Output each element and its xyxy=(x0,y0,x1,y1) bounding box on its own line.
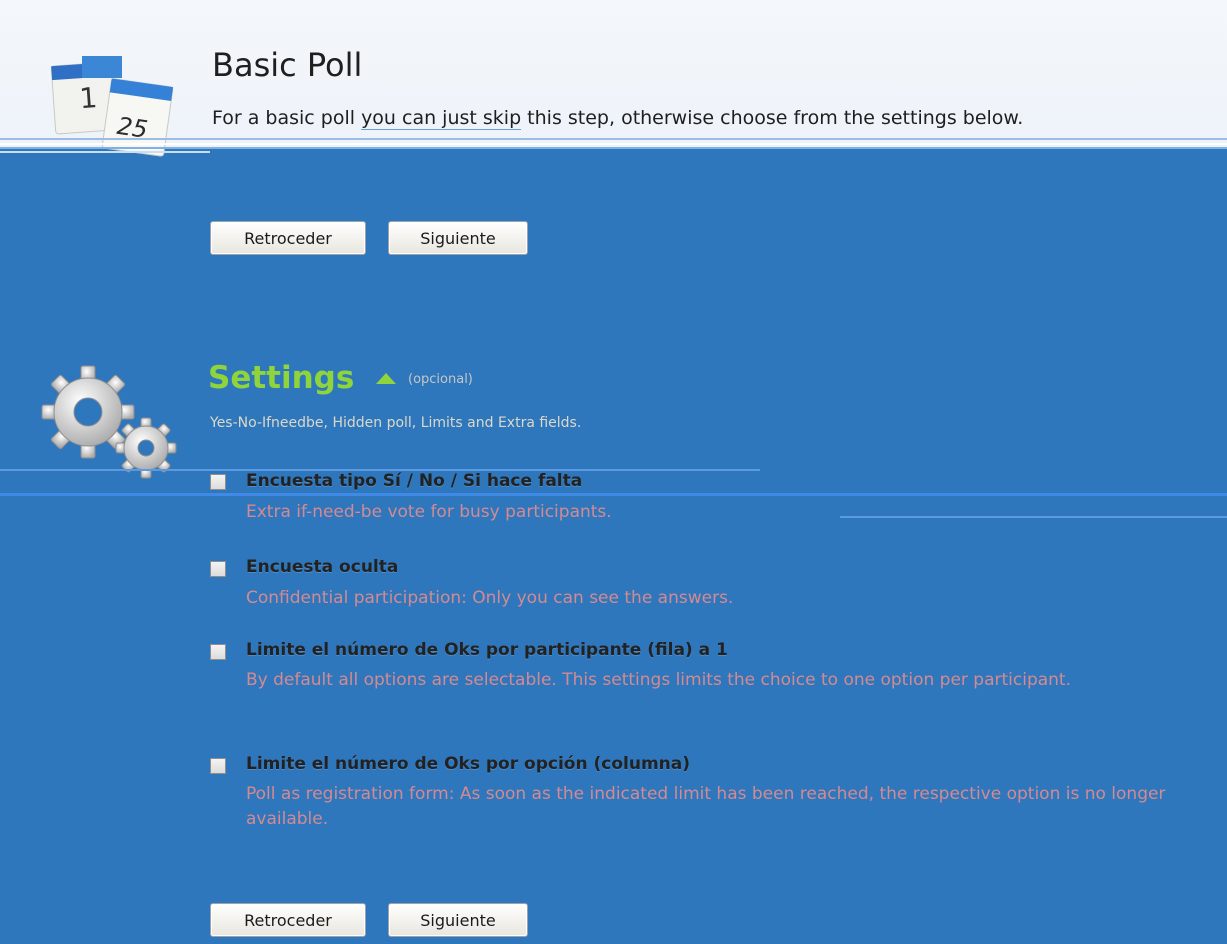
description-suffix: this step, otherwise choose from the set… xyxy=(521,107,1024,129)
option-label[interactable]: Limite el número de Oks por opción (colu… xyxy=(246,754,690,774)
collapse-arrow-icon[interactable] xyxy=(374,370,398,386)
option-description: By default all options are selectable. T… xyxy=(246,670,1072,690)
limit-per-participant-checkbox[interactable] xyxy=(210,644,226,660)
page-header: 1 25 Basic Poll For a basic poll you can… xyxy=(0,0,1227,157)
option-description: Poll as registration form: As soon as th… xyxy=(246,784,1166,829)
hidden-poll-checkbox[interactable] xyxy=(210,561,226,577)
description-prefix: For a basic poll xyxy=(212,107,362,129)
back-button-top[interactable]: Retroceder xyxy=(210,221,366,255)
calendar-day-back: 1 xyxy=(78,81,98,115)
limit-per-option-checkbox[interactable] xyxy=(210,758,226,774)
settings-title: Settings xyxy=(208,360,355,396)
option-description: Confidential participation: Only you can… xyxy=(246,588,734,608)
option-label[interactable]: Limite el número de Oks por participante… xyxy=(246,640,728,660)
option-label[interactable]: Encuesta oculta xyxy=(246,557,398,577)
skip-step-link[interactable]: you can just skip xyxy=(361,107,522,130)
back-button-bottom[interactable]: Retroceder xyxy=(210,903,366,937)
header-divider-stripes xyxy=(0,134,1227,156)
settings-optional-label: (opcional) xyxy=(408,372,473,387)
option-label[interactable]: Encuesta tipo Sí / No / Si hace falta xyxy=(246,471,582,491)
settings-subtitle: Yes-No-Ifneedbe, Hidden poll, Limits and… xyxy=(210,415,582,431)
gears-icon xyxy=(41,365,177,479)
yes-no-ifneedbe-checkbox[interactable] xyxy=(210,474,226,490)
option-description: Extra if-need-be vote for busy participa… xyxy=(246,502,612,522)
next-button-top[interactable]: Siguiente xyxy=(388,221,528,255)
page-description: For a basic poll you can just skip this … xyxy=(212,104,1202,132)
next-button-bottom[interactable]: Siguiente xyxy=(388,903,528,937)
page-title: Basic Poll xyxy=(212,46,363,84)
